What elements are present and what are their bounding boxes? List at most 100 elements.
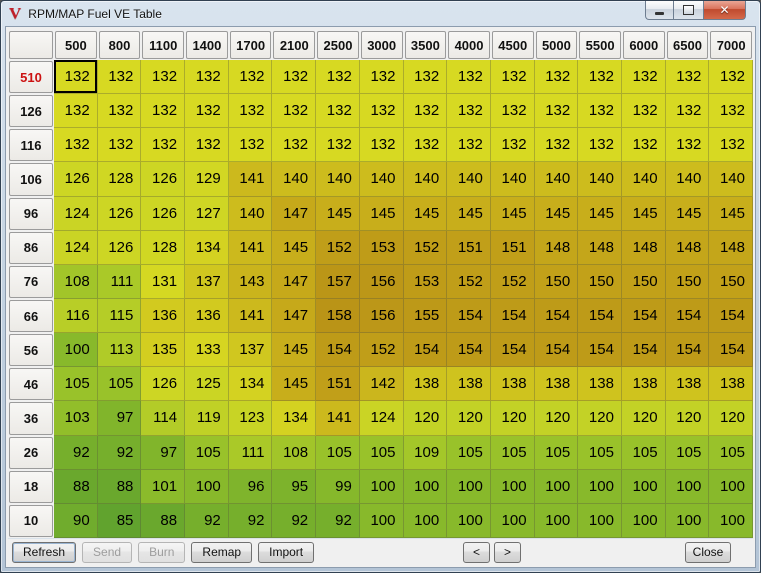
ve-cell[interactable]: 154 xyxy=(490,333,535,368)
ve-cell[interactable]: 85 xyxy=(97,503,142,538)
ve-cell[interactable]: 92 xyxy=(316,503,360,538)
ve-cell[interactable]: 101 xyxy=(141,469,186,504)
ve-cell[interactable]: 132 xyxy=(141,128,186,163)
ve-cell[interactable]: 105 xyxy=(665,435,710,470)
ve-cell[interactable]: 100 xyxy=(359,503,404,538)
ve-cell[interactable]: 92 xyxy=(97,435,142,470)
ve-cell[interactable]: 137 xyxy=(228,333,273,368)
ve-cell[interactable]: 153 xyxy=(403,264,448,299)
ve-cell[interactable]: 141 xyxy=(228,298,273,334)
ve-cell[interactable]: 154 xyxy=(621,298,666,334)
ve-cell[interactable]: 156 xyxy=(359,298,404,334)
ve-cell[interactable]: 132 xyxy=(490,60,535,95)
ve-cell[interactable]: 132 xyxy=(185,60,229,95)
ve-cell[interactable]: 100 xyxy=(447,469,491,504)
ve-cell[interactable]: 152 xyxy=(403,230,448,265)
ve-cell[interactable]: 105 xyxy=(709,435,753,470)
ve-cell[interactable]: 140 xyxy=(403,162,448,197)
ve-cell[interactable]: 145 xyxy=(621,196,666,231)
ve-cell[interactable]: 154 xyxy=(665,333,710,368)
ve-cell[interactable]: 138 xyxy=(578,367,622,402)
ve-cell[interactable]: 132 xyxy=(447,128,491,163)
ve-cell[interactable]: 132 xyxy=(228,128,273,163)
ve-cell[interactable]: 105 xyxy=(621,435,666,470)
ve-cell[interactable]: 138 xyxy=(621,367,666,402)
ve-cell[interactable]: 100 xyxy=(447,503,491,538)
ve-cell[interactable]: 116 xyxy=(54,298,98,334)
ve-cell[interactable]: 148 xyxy=(709,230,753,265)
ve-cell[interactable]: 132 xyxy=(316,60,360,95)
ve-cell[interactable]: 138 xyxy=(490,367,535,402)
ve-cell[interactable]: 128 xyxy=(141,230,186,265)
ve-cell[interactable]: 132 xyxy=(316,94,360,129)
ve-cell[interactable]: 140 xyxy=(447,162,491,197)
ve-cell[interactable]: 124 xyxy=(54,230,98,265)
ve-cell[interactable]: 145 xyxy=(272,230,317,265)
ve-cell[interactable]: 88 xyxy=(141,503,186,538)
ve-cell[interactable]: 142 xyxy=(359,367,404,402)
ve-cell[interactable]: 132 xyxy=(228,60,273,95)
refresh-button[interactable]: Refresh xyxy=(12,541,77,563)
ve-cell[interactable]: 134 xyxy=(228,367,273,402)
ve-cell[interactable]: 154 xyxy=(534,298,579,334)
ve-cell[interactable]: 132 xyxy=(447,60,491,95)
ve-cell[interactable]: 119 xyxy=(185,401,229,436)
ve-cell[interactable]: 133 xyxy=(185,333,229,368)
ve-cell[interactable]: 136 xyxy=(141,298,186,334)
close-button[interactable]: Close xyxy=(685,541,731,563)
ve-cell[interactable]: 105 xyxy=(316,435,360,470)
ve-cell[interactable]: 132 xyxy=(97,128,142,163)
ve-cell[interactable]: 100 xyxy=(403,469,448,504)
ve-cell[interactable]: 100 xyxy=(709,503,753,538)
ve-cell[interactable]: 145 xyxy=(316,196,360,231)
ve-cell[interactable]: 145 xyxy=(359,196,404,231)
ve-cell[interactable]: 132 xyxy=(578,60,622,95)
ve-cell[interactable]: 138 xyxy=(447,367,491,402)
ve-cell[interactable]: 100 xyxy=(621,503,666,538)
ve-cell[interactable]: 105 xyxy=(578,435,622,470)
ve-cell[interactable]: 100 xyxy=(665,503,710,538)
ve-cell[interactable]: 141 xyxy=(316,401,360,436)
ve-cell[interactable]: 140 xyxy=(621,162,666,197)
ve-cell[interactable]: 138 xyxy=(709,367,753,402)
ve-cell[interactable]: 100 xyxy=(578,469,622,504)
ve-cell[interactable]: 138 xyxy=(534,367,579,402)
ve-cell[interactable]: 100 xyxy=(709,469,753,504)
ve-cell[interactable]: 90 xyxy=(54,503,98,538)
ve-cell[interactable]: 132 xyxy=(97,94,142,129)
ve-cell[interactable]: 140 xyxy=(578,162,622,197)
ve-cell[interactable]: 100 xyxy=(54,333,98,368)
ve-cell[interactable]: 132 xyxy=(97,60,142,95)
ve-cell[interactable]: 108 xyxy=(54,264,98,299)
ve-cell[interactable]: 132 xyxy=(54,60,98,95)
ve-cell[interactable]: 132 xyxy=(665,128,710,163)
ve-cell[interactable]: 132 xyxy=(534,60,579,95)
ve-cell[interactable]: 100 xyxy=(403,503,448,538)
ve-cell[interactable]: 123 xyxy=(228,401,273,436)
ve-cell[interactable]: 100 xyxy=(490,503,535,538)
ve-cell[interactable]: 120 xyxy=(447,401,491,436)
ve-cell[interactable]: 125 xyxy=(185,367,229,402)
ve-cell[interactable]: 154 xyxy=(578,298,622,334)
ve-cell[interactable]: 114 xyxy=(141,401,186,436)
ve-cell[interactable]: 153 xyxy=(359,230,404,265)
ve-cell[interactable]: 155 xyxy=(403,298,448,334)
ve-cell[interactable]: 132 xyxy=(272,94,317,129)
ve-cell[interactable]: 105 xyxy=(447,435,491,470)
ve-cell[interactable]: 147 xyxy=(272,264,317,299)
ve-cell[interactable]: 132 xyxy=(621,94,666,129)
ve-cell[interactable]: 120 xyxy=(621,401,666,436)
ve-cell[interactable]: 140 xyxy=(534,162,579,197)
ve-cell[interactable]: 120 xyxy=(665,401,710,436)
ve-cell[interactable]: 150 xyxy=(709,264,753,299)
ve-cell[interactable]: 111 xyxy=(228,435,273,470)
ve-cell[interactable]: 100 xyxy=(534,503,579,538)
ve-cell[interactable]: 154 xyxy=(403,333,448,368)
ve-cell[interactable]: 132 xyxy=(359,60,404,95)
ve-cell[interactable]: 124 xyxy=(54,196,98,231)
ve-cell[interactable]: 151 xyxy=(447,230,491,265)
ve-cell[interactable]: 120 xyxy=(403,401,448,436)
ve-cell[interactable]: 128 xyxy=(97,162,142,197)
ve-cell[interactable]: 140 xyxy=(490,162,535,197)
ve-cell[interactable]: 120 xyxy=(534,401,579,436)
